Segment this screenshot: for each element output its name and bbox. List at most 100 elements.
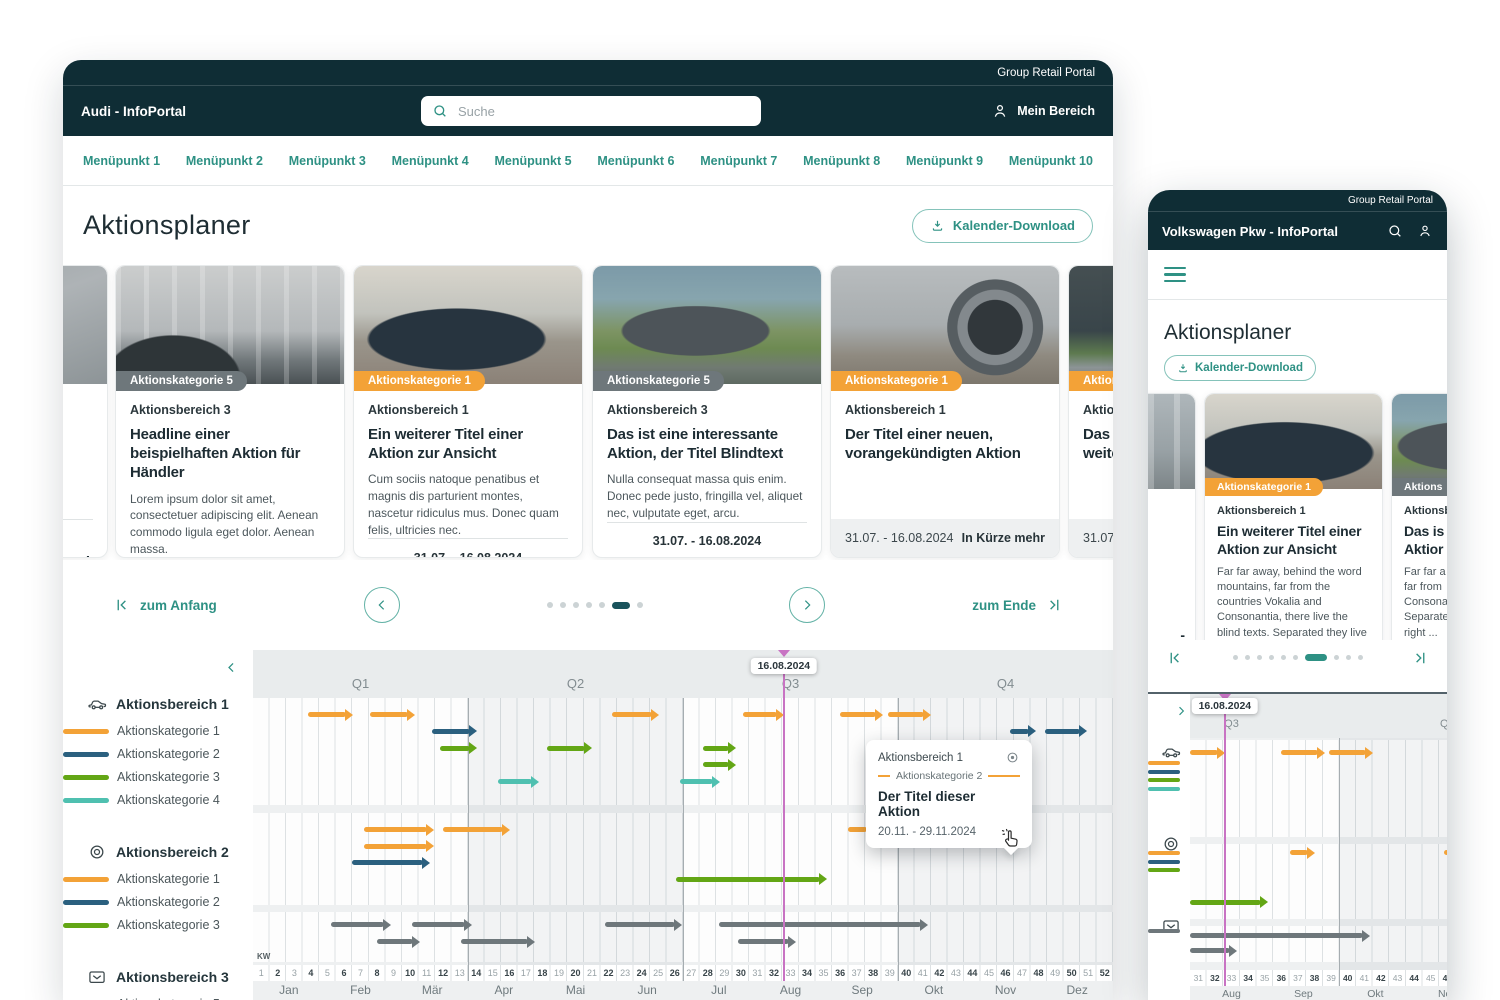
- gantt-action-bar[interactable]: [848, 827, 866, 832]
- carousel-dot[interactable]: [612, 602, 630, 609]
- action-card[interactable]: Aktionskategorie 5Aktionsbereich 3Das is…: [592, 265, 822, 558]
- action-card[interactable]: Aktionskategorie 5Aktionsbereich 3Headli…: [115, 265, 345, 558]
- action-card[interactable]: -untains,exts.grove: [1148, 393, 1196, 640]
- gantt-action-bar[interactable]: [612, 712, 652, 717]
- menu-item[interactable]: Menüpunkt 3: [289, 154, 366, 168]
- carousel-dot[interactable]: [1269, 655, 1274, 660]
- week-number: 50: [1063, 968, 1081, 978]
- action-card[interactable]: AktionsAktionsbDas isAktiorFar far afar …: [1391, 393, 1447, 640]
- calendar-download-button[interactable]: Kalender-Download: [912, 209, 1093, 243]
- carousel-dot[interactable]: [1346, 655, 1351, 660]
- gantt-action-bar[interactable]: [703, 746, 729, 751]
- menu-item[interactable]: Menüpunkt 9: [906, 154, 983, 168]
- carousel-dot[interactable]: [573, 602, 579, 608]
- gantt-action-bar[interactable]: [719, 922, 921, 927]
- gantt-action-bar[interactable]: [840, 712, 876, 717]
- legend-collapse-button[interactable]: [224, 660, 239, 675]
- menu-item[interactable]: Menüpunkt 4: [392, 154, 469, 168]
- gantt-action-bar[interactable]: [377, 939, 413, 944]
- gantt-action-bar[interactable]: [443, 827, 503, 832]
- carousel-dot[interactable]: [1358, 655, 1363, 660]
- gantt-action-bar[interactable]: [703, 762, 729, 767]
- menu-item[interactable]: Menüpunkt 2: [186, 154, 263, 168]
- gantt-action-bar[interactable]: [1045, 729, 1080, 734]
- gantt-action-bar[interactable]: [1010, 729, 1028, 734]
- arrow-head: [819, 873, 827, 885]
- carousel-dot[interactable]: [1334, 655, 1339, 660]
- gantt-action-bar[interactable]: [1281, 750, 1318, 755]
- gantt-action-bar[interactable]: [605, 922, 674, 927]
- action-area-label: Aktionsb: [1404, 505, 1447, 517]
- next-button[interactable]: [789, 587, 825, 623]
- legend-color-swatch: [1148, 929, 1180, 933]
- menu-item[interactable]: Menüpunkt 6: [597, 154, 674, 168]
- gantt-section: Aktionsbereich 1Aktionskategorie 1Aktion…: [63, 650, 1113, 1000]
- action-card[interactable]: Aktionskategorie 1Aktionsbereich 1Der Ti…: [830, 265, 1060, 558]
- gantt-action-bar[interactable]: [680, 779, 713, 784]
- gantt-action-bar[interactable]: [888, 712, 924, 717]
- action-card[interactable]: Aktionskategorie 1Aktionsbereich 1Ein we…: [353, 265, 583, 558]
- gantt-action-bar[interactable]: [1190, 750, 1218, 755]
- gantt-action-bar[interactable]: [352, 860, 423, 865]
- gantt-action-bar[interactable]: [676, 877, 820, 882]
- to-start-button[interactable]: zum Anfang: [113, 596, 217, 614]
- action-card[interactable]: Aktionskategorie 1Aktionsbereich 1Ein we…: [1204, 393, 1383, 640]
- user-icon[interactable]: [1417, 223, 1433, 239]
- gantt-action-bar[interactable]: [1290, 850, 1308, 855]
- week-number: 51: [1079, 968, 1097, 978]
- carousel-dot[interactable]: [1293, 655, 1298, 660]
- week-number: 14: [467, 968, 485, 978]
- carousel-dot[interactable]: [599, 602, 605, 608]
- menu-item[interactable]: Menüpunkt 10: [1009, 154, 1093, 168]
- menu-item[interactable]: Menüpunkt 7: [700, 154, 777, 168]
- carousel-dot[interactable]: [1257, 655, 1262, 660]
- card-content: Aktionsbereich 3Headline einer beispielh…: [116, 391, 344, 558]
- skip-start-icon[interactable]: [1166, 649, 1184, 667]
- gantt-action-bar[interactable]: [432, 729, 470, 734]
- gantt-action-bar[interactable]: [308, 712, 346, 717]
- carousel-dot[interactable]: [637, 602, 643, 608]
- carousel-dot[interactable]: [560, 602, 566, 608]
- carousel-navigation: zum Anfang zum Ende: [63, 560, 1113, 650]
- action-card[interactable]: i-ce: [63, 265, 108, 558]
- menu-item[interactable]: Menüpunkt 8: [803, 154, 880, 168]
- hamburger-menu-icon[interactable]: [1164, 267, 1186, 283]
- gantt-action-bar[interactable]: [461, 939, 527, 944]
- gantt-action-bar[interactable]: [743, 712, 778, 717]
- carousel-dot[interactable]: [547, 602, 553, 608]
- gantt-action-bar[interactable]: [1444, 850, 1447, 855]
- gantt-action-bar[interactable]: [1190, 933, 1363, 938]
- month-label: Mai: [566, 983, 585, 997]
- account-button[interactable]: Mein Bereich: [991, 102, 1095, 120]
- gantt-action-bar[interactable]: [440, 746, 470, 751]
- carousel-dot[interactable]: [1305, 654, 1327, 661]
- page-head: Aktionsplaner Kalender-Download: [63, 186, 1113, 265]
- search-icon[interactable]: [1387, 223, 1403, 239]
- carousel-dot[interactable]: [586, 602, 592, 608]
- calendar-download-button[interactable]: Kalender-Download: [1164, 355, 1316, 381]
- action-card[interactable]: AktionAktionDas iweite31.07.: [1068, 265, 1113, 558]
- prev-button[interactable]: [364, 587, 400, 623]
- skip-end-icon[interactable]: [1411, 649, 1429, 667]
- menu-item[interactable]: Menüpunkt 1: [83, 154, 160, 168]
- to-end-button[interactable]: zum Ende: [972, 596, 1063, 614]
- carousel-dot[interactable]: [1281, 655, 1286, 660]
- gantt-action-bar[interactable]: [498, 779, 533, 784]
- carousel-dot[interactable]: [1245, 655, 1250, 660]
- gantt-action-bar[interactable]: [364, 827, 427, 832]
- arrow-head: [422, 857, 430, 869]
- gantt-action-bar[interactable]: [547, 746, 585, 751]
- menu-item[interactable]: Menüpunkt 5: [495, 154, 572, 168]
- gantt-action-bar[interactable]: [412, 922, 465, 927]
- gantt-action-bar[interactable]: [738, 939, 789, 944]
- search-input[interactable]: [421, 96, 761, 126]
- gantt-action-bar[interactable]: [331, 922, 384, 927]
- gantt-chart[interactable]: Q3Q416.08.202431323334353637383940414243…: [1190, 694, 1447, 1000]
- gantt-action-bar[interactable]: [370, 712, 408, 717]
- gantt-action-bar[interactable]: [364, 844, 427, 849]
- legend-expand-button[interactable]: [1174, 704, 1188, 718]
- gantt-action-bar[interactable]: [1329, 750, 1366, 755]
- carousel-dot[interactable]: [1233, 655, 1238, 660]
- week-number: 34: [798, 968, 816, 978]
- month-label: Nov: [1438, 988, 1447, 1000]
